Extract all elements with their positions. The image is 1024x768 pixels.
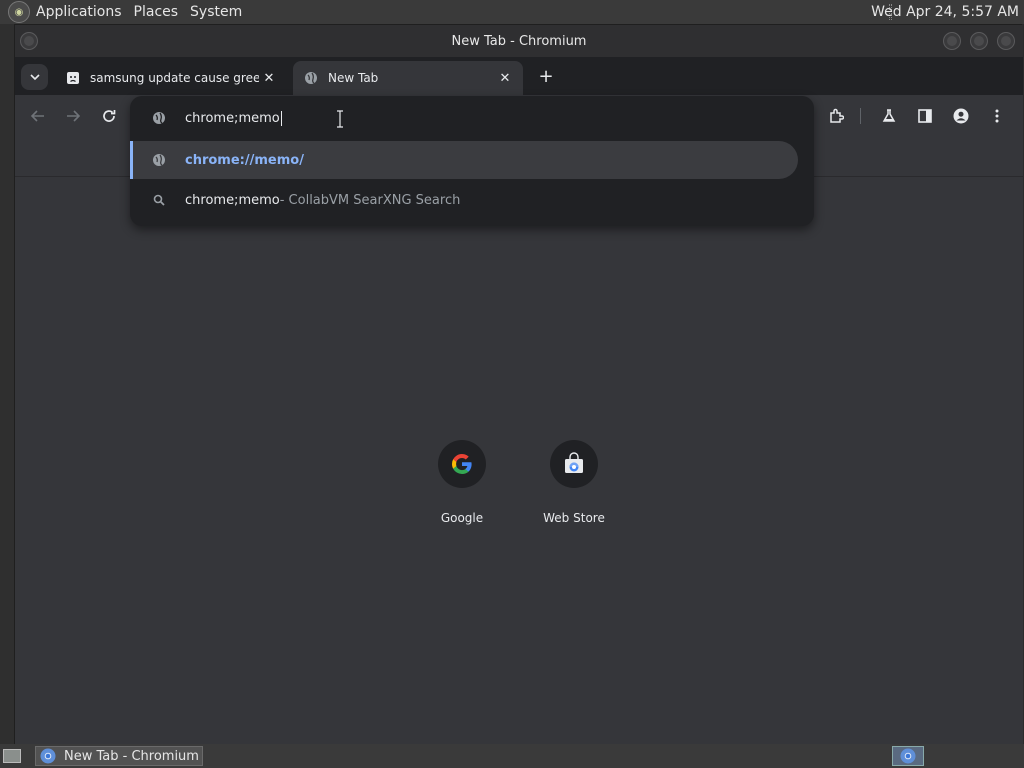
tab-strip: samsung update cause green ✕ New Tab ✕ + <box>15 57 1023 95</box>
tab-title: samsung update cause green <box>90 71 259 85</box>
suggestion-text: chrome://memo/ <box>185 152 304 168</box>
labs-button[interactable] <box>875 102 903 130</box>
chevron-down-icon <box>29 74 40 81</box>
back-button[interactable] <box>24 102 52 130</box>
menu-places[interactable]: Places <box>128 0 185 24</box>
close-tab-icon[interactable]: ✕ <box>259 68 279 88</box>
close-tab-icon[interactable]: ✕ <box>495 68 515 88</box>
shortcut-google[interactable]: Google <box>406 440 518 530</box>
arrow-left-icon <box>30 110 44 122</box>
omnibox-suggestion-search[interactable]: chrome;memo - CollabVM SearXNG Search <box>130 181 814 219</box>
omnibox-popup: chrome;memo chrome://memo/ chrome;memo -… <box>130 96 814 226</box>
selection-indicator <box>130 141 133 179</box>
avatar-icon <box>953 108 969 124</box>
kebab-menu-icon <box>995 109 999 123</box>
window-menu-button[interactable] <box>20 32 38 50</box>
tab-new-tab[interactable]: New Tab ✕ <box>293 61 523 95</box>
top-panel: ◉ Applications Places System Wed Apr 24,… <box>0 0 1024 24</box>
omnibox-input[interactable]: chrome;memo <box>185 111 280 126</box>
taskbar-window-label: New Tab - Chromium <box>64 748 199 764</box>
globe-icon <box>151 152 167 168</box>
menu-system[interactable]: System <box>184 0 248 24</box>
omnibox-input-row[interactable]: chrome;memo <box>130 99 814 137</box>
flask-icon <box>882 109 896 122</box>
arrow-right-icon <box>67 110 81 122</box>
tray-chromium-icon[interactable] <box>892 746 924 766</box>
google-icon <box>438 440 486 488</box>
window-title: New Tab - Chromium <box>451 33 587 49</box>
tab-title: New Tab <box>328 71 379 85</box>
suggestion-suffix: - CollabVM SearXNG Search <box>279 192 461 208</box>
forward-button[interactable] <box>59 102 87 130</box>
menu-button[interactable] <box>983 102 1011 130</box>
globe-icon <box>303 70 319 86</box>
shortcut-web-store[interactable]: Web Store <box>518 440 630 530</box>
system-logo-icon[interactable]: ◉ <box>8 1 30 23</box>
shortcut-label: Google <box>440 511 484 525</box>
tab-search-button[interactable] <box>21 64 48 90</box>
close-window-button[interactable] <box>997 32 1015 50</box>
profile-button[interactable] <box>947 102 975 130</box>
web-store-icon <box>550 440 598 488</box>
tab-samsung[interactable]: samsung update cause green ✕ <box>55 61 287 95</box>
clock[interactable]: Wed Apr 24, 5:57 AM <box>871 0 1019 24</box>
show-desktop-icon[interactable] <box>3 749 21 763</box>
text-caret <box>280 110 282 126</box>
omnibox-suggestion-url[interactable]: chrome://memo/ <box>130 141 798 179</box>
minimize-button[interactable] <box>943 32 961 50</box>
reload-button[interactable] <box>95 102 123 130</box>
taskbar-window-button[interactable]: New Tab - Chromium <box>35 746 203 766</box>
toolbar-separator <box>860 108 861 124</box>
desktop-edge <box>0 24 14 744</box>
search-icon <box>151 192 167 208</box>
ibeam-cursor-icon <box>337 110 343 128</box>
side-panel-button[interactable] <box>911 102 939 130</box>
reload-icon <box>103 110 116 122</box>
sad-face-icon <box>65 70 81 86</box>
side-panel-icon <box>918 109 932 123</box>
menu-applications[interactable]: Applications <box>30 0 128 24</box>
taskbar: New Tab - Chromium <box>0 744 1024 768</box>
shortcut-label: Web Store <box>543 511 605 525</box>
maximize-button[interactable] <box>970 32 988 50</box>
puzzle-icon <box>830 108 844 123</box>
chromium-icon <box>40 748 56 764</box>
window-titlebar[interactable]: New Tab - Chromium <box>15 25 1023 57</box>
new-tab-page: Google Web Store <box>15 177 1023 745</box>
new-tab-button[interactable]: + <box>535 65 557 87</box>
suggestion-text: chrome;memo <box>185 192 280 208</box>
globe-icon <box>151 110 167 126</box>
extensions-button[interactable] <box>822 102 850 130</box>
